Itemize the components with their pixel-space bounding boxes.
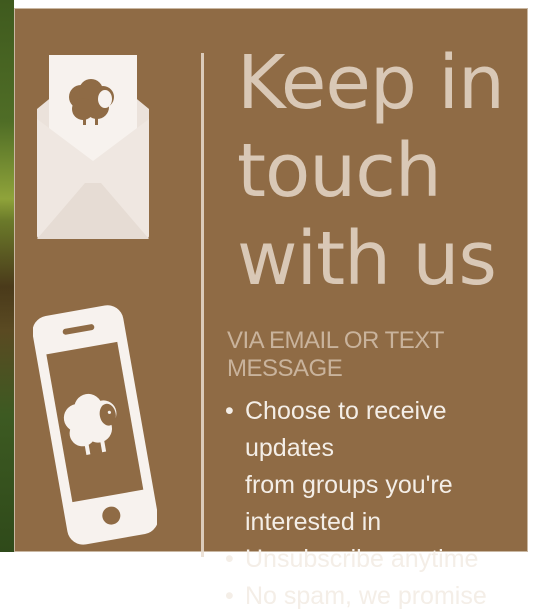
headline-line-2: touch (237, 128, 442, 214)
envelope-icon (37, 55, 149, 239)
headline: Keep in touch with us (237, 39, 505, 303)
list-item: • Choose to receive updates (225, 393, 527, 467)
bullet-icon: • (225, 582, 234, 610)
list-item-text: from groups you're interested in (245, 471, 453, 536)
vertical-divider (201, 53, 204, 557)
list-item-text: No spam, we promise (245, 582, 487, 610)
list-item-continuation: from groups you're interested in (225, 467, 527, 541)
list-item: • Unsubscribe anytime (225, 541, 527, 578)
headline-line-3: with us (237, 216, 497, 302)
smartphone-icon (33, 305, 157, 545)
newsletter-signup-card: Keep in touch with us VIA EMAIL OR TEXT … (14, 8, 528, 610)
background-photo-edge (0, 0, 14, 552)
list-item-text: Choose to receive updates (245, 397, 447, 462)
list-item: • No spam, we promise (225, 578, 527, 615)
bullet-icon: • (225, 397, 234, 425)
subheading: VIA EMAIL OR TEXT MESSAGE (227, 327, 444, 382)
bullet-icon: • (225, 545, 234, 573)
benefits-list: • Choose to receive updates from groups … (225, 393, 527, 615)
headline-line-1: Keep in (237, 40, 505, 126)
list-item-text: Unsubscribe anytime (245, 545, 479, 573)
